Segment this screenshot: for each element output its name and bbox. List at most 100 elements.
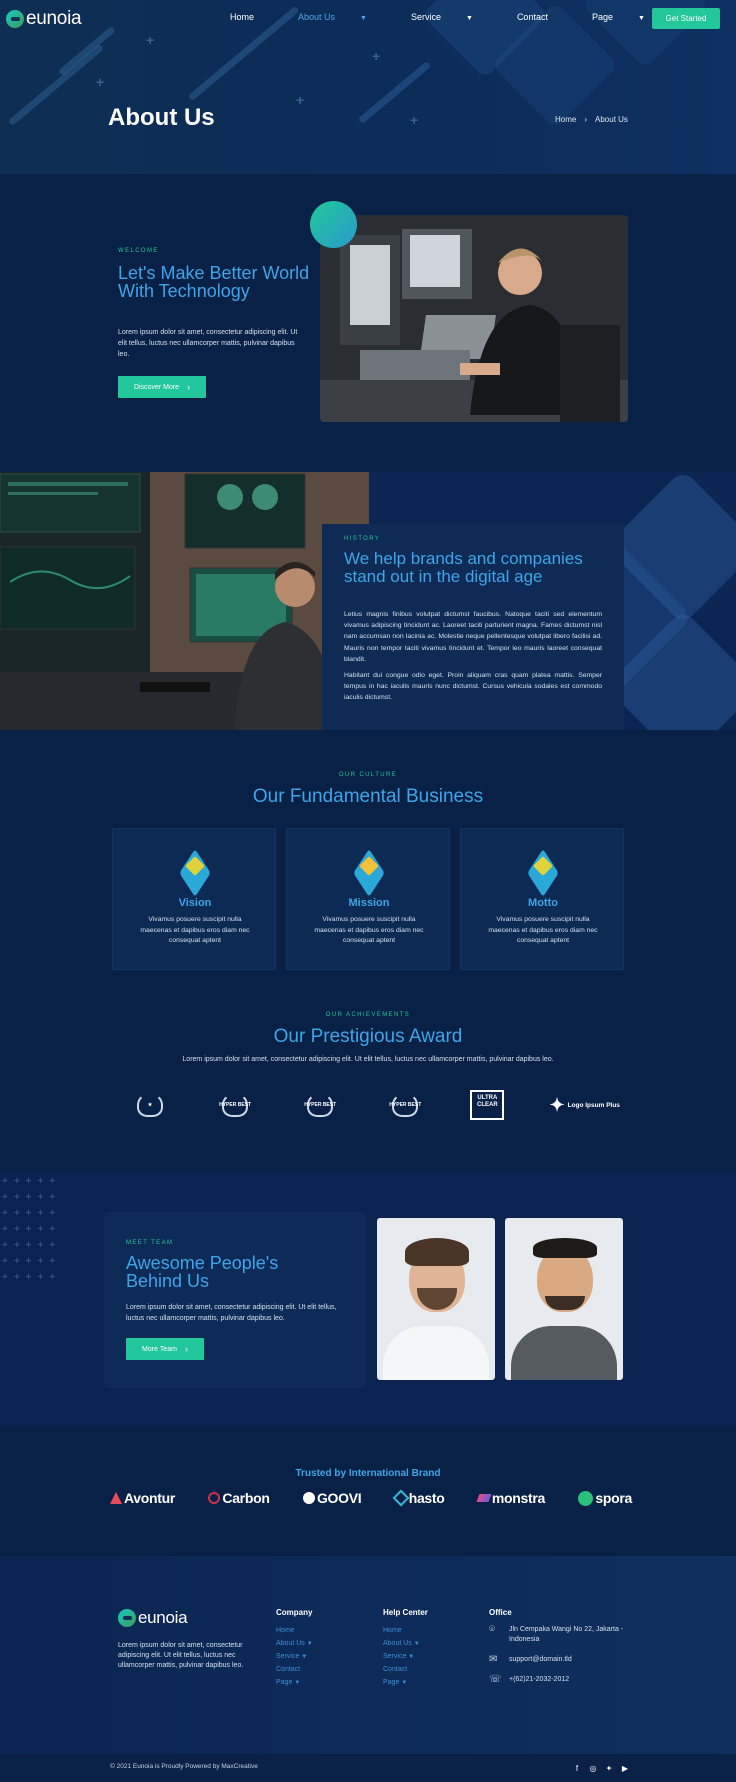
footer-link-home[interactable]: Home xyxy=(276,1627,313,1634)
nav-item-service[interactable]: Service ▼ xyxy=(411,12,495,22)
nav-item-home[interactable]: Home xyxy=(230,12,276,22)
office-address: ⌾ Jln Cempaka Wangi No 22, Jakarta - Indo… xyxy=(489,1624,624,1644)
award-badge: ★ xyxy=(130,1091,170,1119)
location-pin-icon: ⌾ xyxy=(489,1624,495,1635)
nav-item-contact[interactable]: Contact xyxy=(517,12,570,22)
plus-decoration: + xyxy=(410,112,419,128)
welcome-eyebrow: WELCOME xyxy=(118,248,159,254)
footer-link-service[interactable]: Service ▼ xyxy=(383,1653,428,1660)
circle-icon xyxy=(208,1492,221,1504)
footer-link-contact[interactable]: Contact xyxy=(276,1666,313,1673)
security-room-illustration xyxy=(0,472,369,730)
footer-bottom-bar: © 2021 Eunoia is Proudly Powered by MaxC… xyxy=(0,1754,736,1782)
chevron-right-icon: › xyxy=(187,382,191,392)
footer-link-about[interactable]: About Us ▼ xyxy=(383,1640,428,1647)
history-paragraph: Letius magnis finibus volutpat dictumst … xyxy=(344,611,602,663)
chevron-right-icon: › xyxy=(184,1344,188,1354)
mail-icon: ✉ xyxy=(489,1654,498,1665)
footer-link-home[interactable]: Home xyxy=(383,1627,428,1634)
breadcrumb: Home › About Us xyxy=(555,115,628,124)
team-card: MEET TEAM Awesome People's Behind Us Lor… xyxy=(104,1212,366,1388)
office-phone[interactable]: ☏ +(62)21-2032-2012 xyxy=(489,1675,629,1685)
page-title: About Us xyxy=(108,104,215,131)
brand-logo-goovi: GOOVI xyxy=(302,1490,362,1506)
culture-eyebrow: OUR CULTURE xyxy=(338,772,398,778)
footer-link-page[interactable]: Page ▼ xyxy=(276,1679,313,1686)
brand-logo-hasto: hasto xyxy=(392,1489,445,1507)
headset-icon: ☏ xyxy=(489,1674,502,1685)
footer-link-about[interactable]: About Us ▼ xyxy=(276,1640,313,1647)
breadcrumb-home-link[interactable]: Home xyxy=(555,115,576,124)
mission-icon xyxy=(350,848,388,898)
vision-icon xyxy=(176,848,214,898)
card-title: Motto xyxy=(528,897,558,909)
logo-mark-icon xyxy=(118,1609,136,1627)
chevron-down-icon: ▼ xyxy=(638,15,645,22)
footer-logo[interactable]: eunoia xyxy=(118,1608,188,1628)
brand-logo-spora: spora xyxy=(578,1490,632,1506)
footer-link-service[interactable]: Service ▼ xyxy=(276,1653,313,1660)
award-badge: HYPER BEST xyxy=(215,1091,255,1119)
history-section: HISTORY We help brands and companies sta… xyxy=(0,472,736,730)
facebook-icon[interactable]: f xyxy=(572,1763,582,1773)
nav-item-about-us[interactable]: About Us ▼ xyxy=(298,12,389,22)
logo-text: eunoia xyxy=(138,1608,188,1627)
logo-text: eunoia xyxy=(26,8,82,29)
team-text: Lorem ipsum dolor sit amet, consectetur … xyxy=(126,1304,337,1322)
motto-card: Motto Vivamus posuere suscipit nulla mae… xyxy=(460,828,624,970)
team-member-photo xyxy=(505,1218,623,1380)
plus-decoration: + xyxy=(372,48,381,64)
office-email[interactable]: ✉ support@domain.tld xyxy=(489,1655,629,1665)
awards-heading: Our Prestigious Award xyxy=(273,1026,463,1047)
culture-section: OUR CULTURE Our Fundamental Business Vis… xyxy=(0,730,736,1170)
history-eyebrow: HISTORY xyxy=(344,536,381,542)
footer-column-title: Help Center xyxy=(383,1608,428,1617)
nav-item-label: Contact xyxy=(516,12,548,22)
brands-heading: Trusted by International Brand xyxy=(295,1468,441,1479)
copyright: © 2021 Eunoia is Proudly Powered by MaxC… xyxy=(110,1763,258,1770)
footer-link-page[interactable]: Page ▼ xyxy=(383,1679,428,1686)
brands-section: Trusted by International Brand Avontur C… xyxy=(0,1426,736,1556)
security-room-photo xyxy=(0,472,369,730)
brand-logo-avontur: Avontur xyxy=(110,1490,175,1506)
team-eyebrow: MEET TEAM xyxy=(126,1240,174,1246)
card-text: Vivamus posuere suscipit nulla maecenas … xyxy=(488,916,598,944)
chevron-right-icon: › xyxy=(584,115,588,124)
vision-card: Vision Vivamus posuere suscipit nulla ma… xyxy=(112,828,276,970)
award-badge: ✦ Logo Ipsum Plus xyxy=(549,1094,620,1115)
get-started-button[interactable]: Get Started xyxy=(652,8,720,29)
logo[interactable]: eunoia xyxy=(6,8,82,30)
history-paragraph: Habitant dui congue odio eget. Proin ali… xyxy=(344,672,602,702)
twitter-icon[interactable]: ✦ xyxy=(604,1763,614,1773)
button-label: More Team xyxy=(142,1345,177,1353)
awards-eyebrow: OUR ACHIEVEMENTS xyxy=(325,1012,411,1018)
card-title: Mission xyxy=(348,897,390,909)
nav-item-label: About Us xyxy=(298,12,336,22)
chevron-down-icon: ▼ xyxy=(413,1641,420,1647)
brand-logo-carbon: Carbon xyxy=(208,1490,270,1506)
discover-more-button[interactable]: Discover More › xyxy=(118,376,206,398)
plus-decoration: + xyxy=(96,74,105,90)
youtube-icon[interactable]: ▶ xyxy=(620,1763,630,1773)
award-badge: ULTRA CLEAR xyxy=(470,1090,505,1120)
footer-link-contact[interactable]: Contact xyxy=(383,1666,428,1673)
card-title: Vision xyxy=(178,897,212,909)
dot-grid-decoration: +++++ +++++ +++++ +++++ +++++ +++++ ++++… xyxy=(2,1176,62,1283)
card-text: Vivamus posuere suscipit nulla maecenas … xyxy=(314,916,424,944)
award-badge: HYPER BEST xyxy=(300,1091,340,1119)
more-team-button[interactable]: More Team › xyxy=(126,1338,204,1360)
chevron-down-icon: ▼ xyxy=(466,15,473,22)
history-heading: We help brands and companies stand out i… xyxy=(344,549,583,586)
instagram-icon[interactable]: ◎ xyxy=(588,1763,598,1773)
plus-decoration: + xyxy=(296,92,305,108)
team-section: +++++ +++++ +++++ +++++ +++++ +++++ ++++… xyxy=(0,1170,736,1426)
chevron-down-icon: ▼ xyxy=(401,1680,408,1686)
sparkle-icon: ✦ xyxy=(549,1094,565,1115)
social-links: f ◎ ✦ ▶ xyxy=(566,1763,630,1773)
navbar: eunoia Home About Us ▼ Service ▼ Contact P… xyxy=(0,0,736,36)
footer-help-column: Help Center Home About Us ▼ Service ▼ Co… xyxy=(383,1608,428,1692)
footer: eunoia Lorem ipsum dolor sit amet, conse… xyxy=(0,1556,736,1754)
button-label: Discover More xyxy=(133,383,180,391)
triangle-icon xyxy=(110,1492,122,1504)
card-text: Vivamus posuere suscipit nulla maecenas … xyxy=(140,916,250,944)
